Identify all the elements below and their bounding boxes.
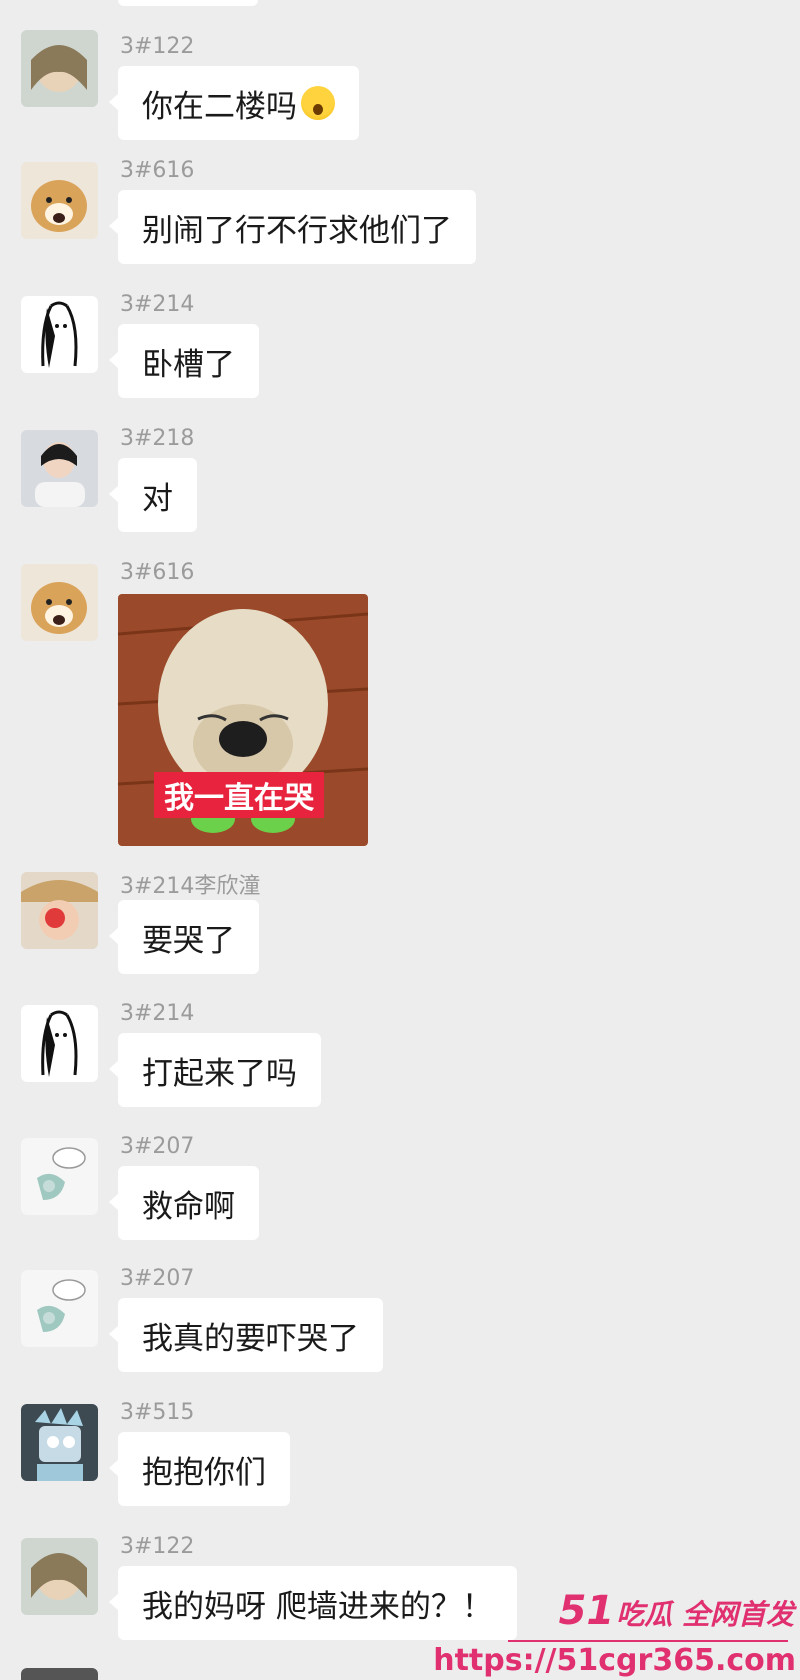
message-bubble[interactable]: 卧槽了 bbox=[109, 324, 259, 398]
avatar[interactable] bbox=[21, 1538, 98, 1615]
avatar[interactable] bbox=[21, 296, 98, 373]
message-bubble[interactable]: 我真的要吓哭了 bbox=[109, 1298, 383, 1372]
sticker-image[interactable]: 我一直在哭 bbox=[118, 594, 368, 846]
sender-name: 3#207 bbox=[120, 1266, 195, 1291]
message-text: 救命啊 bbox=[142, 1188, 235, 1225]
message-bubble[interactable]: 对 bbox=[109, 458, 197, 532]
message-bubble[interactable]: 救命啊 bbox=[109, 1166, 259, 1240]
message-text: 打起来了吗 bbox=[142, 1055, 297, 1092]
message-bubble[interactable]: 你在二楼吗 bbox=[109, 66, 359, 140]
sender-name: 3#122 bbox=[120, 1534, 195, 1559]
avatar[interactable] bbox=[21, 1005, 98, 1082]
avatar[interactable] bbox=[21, 1404, 98, 1481]
message-text: 卧槽了 bbox=[142, 346, 235, 383]
message-text: 我真的要吓哭了 bbox=[142, 1320, 359, 1357]
message-text: 要哭了 bbox=[142, 922, 235, 959]
message-text: 你在二楼吗 bbox=[142, 88, 297, 125]
avatar[interactable] bbox=[21, 1138, 98, 1215]
message-bubble[interactable]: 抱抱你们 bbox=[109, 1432, 290, 1506]
chat-area: 3#122 你在二楼吗 3#616 别闹了行不行求他们了 3#214 卧槽了 3… bbox=[0, 0, 800, 1680]
cropped-message-bubble bbox=[118, 0, 258, 6]
message-bubble[interactable]: 要哭了 bbox=[109, 900, 259, 974]
sender-name: 3#616 bbox=[120, 560, 195, 585]
avatar[interactable] bbox=[21, 564, 98, 641]
watermark-brand-number: 51 bbox=[558, 1588, 615, 1634]
avatar[interactable] bbox=[21, 162, 98, 239]
watermark: 51吃瓜 全网首发 https://51cgr365.com bbox=[433, 1570, 800, 1680]
sender-name: 3#214李欣潼 bbox=[120, 874, 261, 899]
watermark-brand: 51吃瓜 全网首发 bbox=[559, 1588, 794, 1634]
sticker-caption: 我一直在哭 bbox=[154, 772, 324, 818]
message-bubble[interactable]: 打起来了吗 bbox=[109, 1033, 321, 1107]
avatar[interactable] bbox=[21, 430, 98, 507]
cropped-avatar bbox=[21, 1668, 98, 1680]
sender-name: 3#616 bbox=[120, 158, 195, 183]
watermark-brand-text: 吃瓜 全网首发 bbox=[616, 1598, 794, 1631]
message-bubble[interactable]: 我的妈呀 爬墙进来的？！ bbox=[109, 1566, 517, 1640]
watermark-url: https://51cgr365.com bbox=[433, 1643, 796, 1678]
sender-name: 3#214 bbox=[120, 292, 195, 317]
message-text: 别闹了行不行求他们了 bbox=[142, 212, 452, 249]
sender-name: 3#515 bbox=[120, 1400, 195, 1425]
message-text: 抱抱你们 bbox=[142, 1454, 266, 1491]
message-bubble[interactable]: 别闹了行不行求他们了 bbox=[109, 190, 476, 264]
screaming-face-icon bbox=[301, 86, 335, 120]
avatar[interactable] bbox=[21, 30, 98, 107]
sender-name: 3#214 bbox=[120, 1001, 195, 1026]
sender-name: 3#218 bbox=[120, 426, 195, 451]
sender-name: 3#207 bbox=[120, 1134, 195, 1159]
sender-name: 3#122 bbox=[120, 34, 195, 59]
message-text: 对 bbox=[142, 480, 173, 517]
avatar[interactable] bbox=[21, 872, 98, 949]
avatar[interactable] bbox=[21, 1270, 98, 1347]
watermark-divider bbox=[508, 1640, 788, 1642]
message-text: 我的妈呀 爬墙进来的？！ bbox=[142, 1588, 493, 1625]
